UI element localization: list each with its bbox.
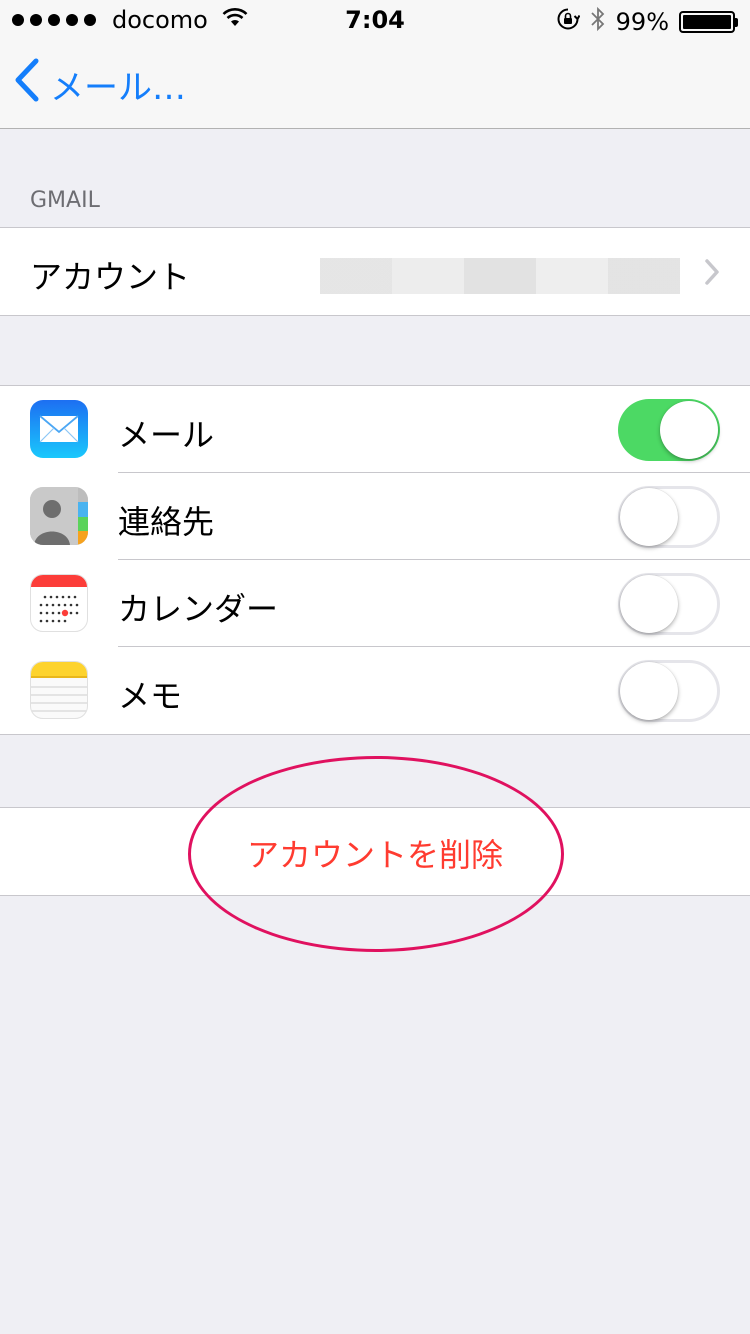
account-group: アカウント [0, 227, 750, 316]
toggle-knob [620, 662, 678, 720]
calendar-app-icon [30, 574, 88, 632]
navigation-bar: メール… [0, 40, 750, 129]
mail-toggle[interactable] [618, 399, 720, 461]
delete-account-group: アカウントを削除 [0, 807, 750, 896]
calendar-toggle[interactable] [618, 573, 720, 635]
battery-icon [679, 11, 738, 33]
services-group: メール 連絡先 カレンダー メモ [0, 385, 750, 735]
service-label: カレンダー [118, 590, 279, 628]
back-button-label: メール… [50, 68, 186, 108]
chevron-left-icon [14, 58, 40, 111]
contacts-app-icon [30, 487, 88, 545]
account-row[interactable]: アカウント [0, 228, 750, 315]
account-label: アカウント [30, 258, 191, 296]
battery-percentage: 99% [615, 8, 669, 36]
service-row-calendar: カレンダー [0, 560, 750, 647]
status-bar: docomo 7:04 99% [0, 0, 750, 40]
toggle-knob [660, 401, 718, 459]
chevron-right-icon [704, 258, 720, 290]
service-label: 連絡先 [118, 503, 215, 541]
status-right: 99% [556, 6, 738, 38]
back-button[interactable]: メール… [14, 58, 186, 111]
notes-app-icon [30, 661, 88, 719]
bluetooth-icon [590, 6, 606, 38]
delete-account-button[interactable]: アカウントを削除 [0, 808, 750, 895]
toggle-knob [620, 575, 678, 633]
section-header-gmail: GMAIL [30, 188, 100, 213]
service-row-mail: メール [0, 386, 750, 473]
rotation-lock-icon [556, 7, 581, 37]
service-row-contacts: 連絡先 [0, 473, 750, 560]
redacted-account-email [320, 258, 680, 294]
mail-app-icon [30, 400, 88, 458]
notes-toggle[interactable] [618, 660, 720, 722]
toggle-knob [620, 488, 678, 546]
delete-account-label: アカウントを削除 [246, 836, 503, 874]
contacts-toggle[interactable] [618, 486, 720, 548]
service-label: メモ [118, 677, 183, 715]
service-row-notes: メモ [0, 647, 750, 734]
service-label: メール [118, 416, 215, 454]
